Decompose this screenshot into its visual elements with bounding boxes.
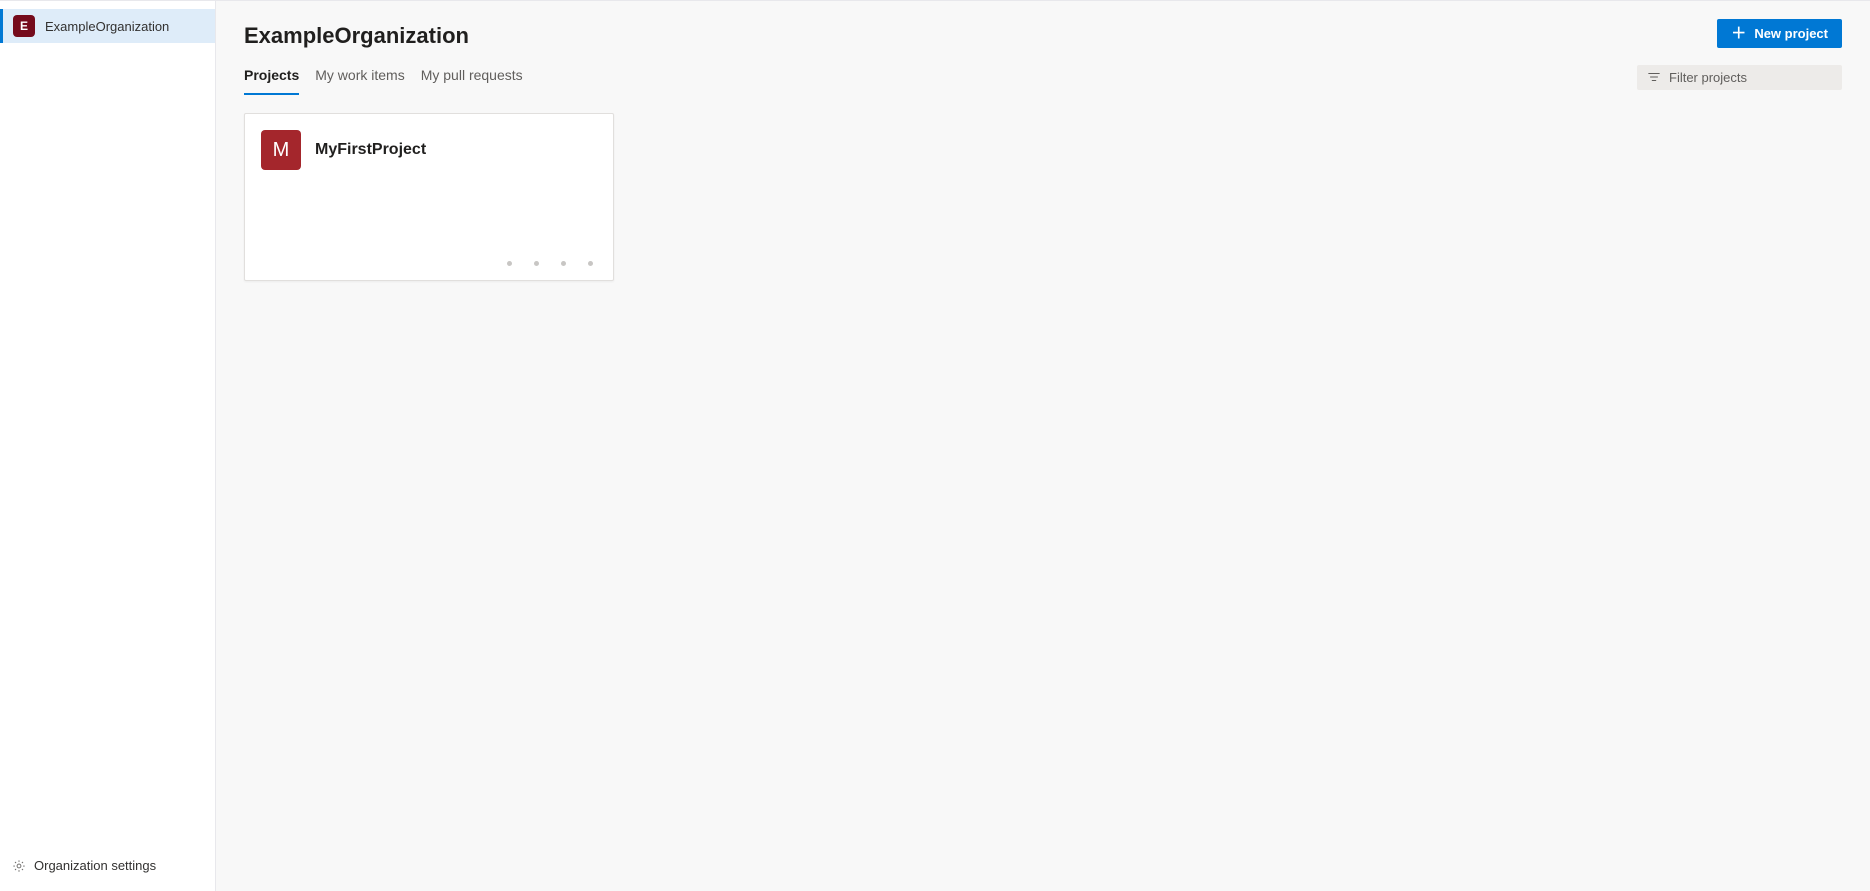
main-content: ExampleOrganization ＋ New project Projec… <box>216 1 1870 891</box>
org-settings-label: Organization settings <box>34 858 156 873</box>
project-cards: M MyFirstProject <box>244 113 1842 281</box>
plus-icon: ＋ <box>1731 26 1746 41</box>
new-project-button[interactable]: ＋ New project <box>1717 19 1842 48</box>
filter-input[interactable] <box>1669 70 1832 85</box>
dot-icon[interactable] <box>507 261 512 266</box>
page-title: ExampleOrganization <box>244 17 469 49</box>
org-badge: E <box>13 15 35 37</box>
sidebar: E ExampleOrganization Organization setti… <box>0 1 216 891</box>
project-name: MyFirstProject <box>315 141 426 159</box>
dot-icon[interactable] <box>561 261 566 266</box>
project-quicklinks <box>507 261 593 266</box>
project-card[interactable]: M MyFirstProject <box>244 113 614 281</box>
sidebar-org-item[interactable]: E ExampleOrganization <box>0 9 215 43</box>
new-project-label: New project <box>1754 26 1828 41</box>
filter-projects[interactable] <box>1637 65 1842 90</box>
dot-icon[interactable] <box>534 261 539 266</box>
dot-icon[interactable] <box>588 261 593 266</box>
gear-icon <box>12 859 26 873</box>
filter-icon <box>1647 70 1661 84</box>
tab-projects[interactable]: Projects <box>244 59 299 95</box>
tabs: Projects My work items My pull requests <box>244 59 523 95</box>
project-badge: M <box>261 130 301 170</box>
tab-my-work-items[interactable]: My work items <box>315 59 404 95</box>
org-settings-link[interactable]: Organization settings <box>12 858 203 873</box>
tab-my-pull-requests[interactable]: My pull requests <box>421 59 523 95</box>
org-label: ExampleOrganization <box>45 19 169 34</box>
